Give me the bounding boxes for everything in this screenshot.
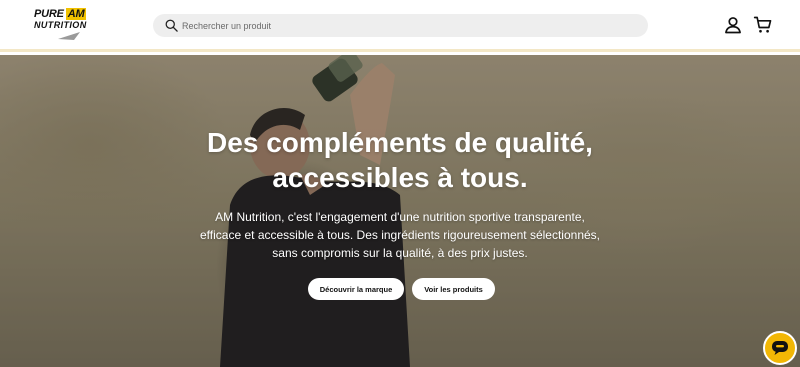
view-products-button[interactable]: Voir les produits <box>412 278 495 300</box>
logo-badge-am: AM <box>65 8 87 20</box>
site-header: PURE AM NUTRITION <box>0 0 800 52</box>
account-icon[interactable] <box>723 15 743 35</box>
hero-description: AM Nutrition, c'est l'engagement d'une n… <box>200 210 601 260</box>
brand-logo[interactable]: PURE AM NUTRITION <box>30 8 90 46</box>
logo-text-nutrition: NUTRITION <box>34 20 87 30</box>
search-icon[interactable] <box>164 18 179 33</box>
hero-banner: Des compléments de qualité, accessibles … <box>0 55 800 367</box>
search-input[interactable] <box>182 14 632 37</box>
chat-icon <box>772 341 788 355</box>
search-bar[interactable] <box>153 14 648 37</box>
hero-title: Des compléments de qualité, accessibles … <box>207 127 593 193</box>
logo-text-pure: PURE <box>34 8 64 20</box>
logo-swoosh-icon <box>58 32 80 40</box>
chat-button[interactable] <box>763 331 797 365</box>
cart-icon[interactable] <box>753 15 773 35</box>
discover-brand-button[interactable]: Découvrir la marque <box>308 278 404 300</box>
